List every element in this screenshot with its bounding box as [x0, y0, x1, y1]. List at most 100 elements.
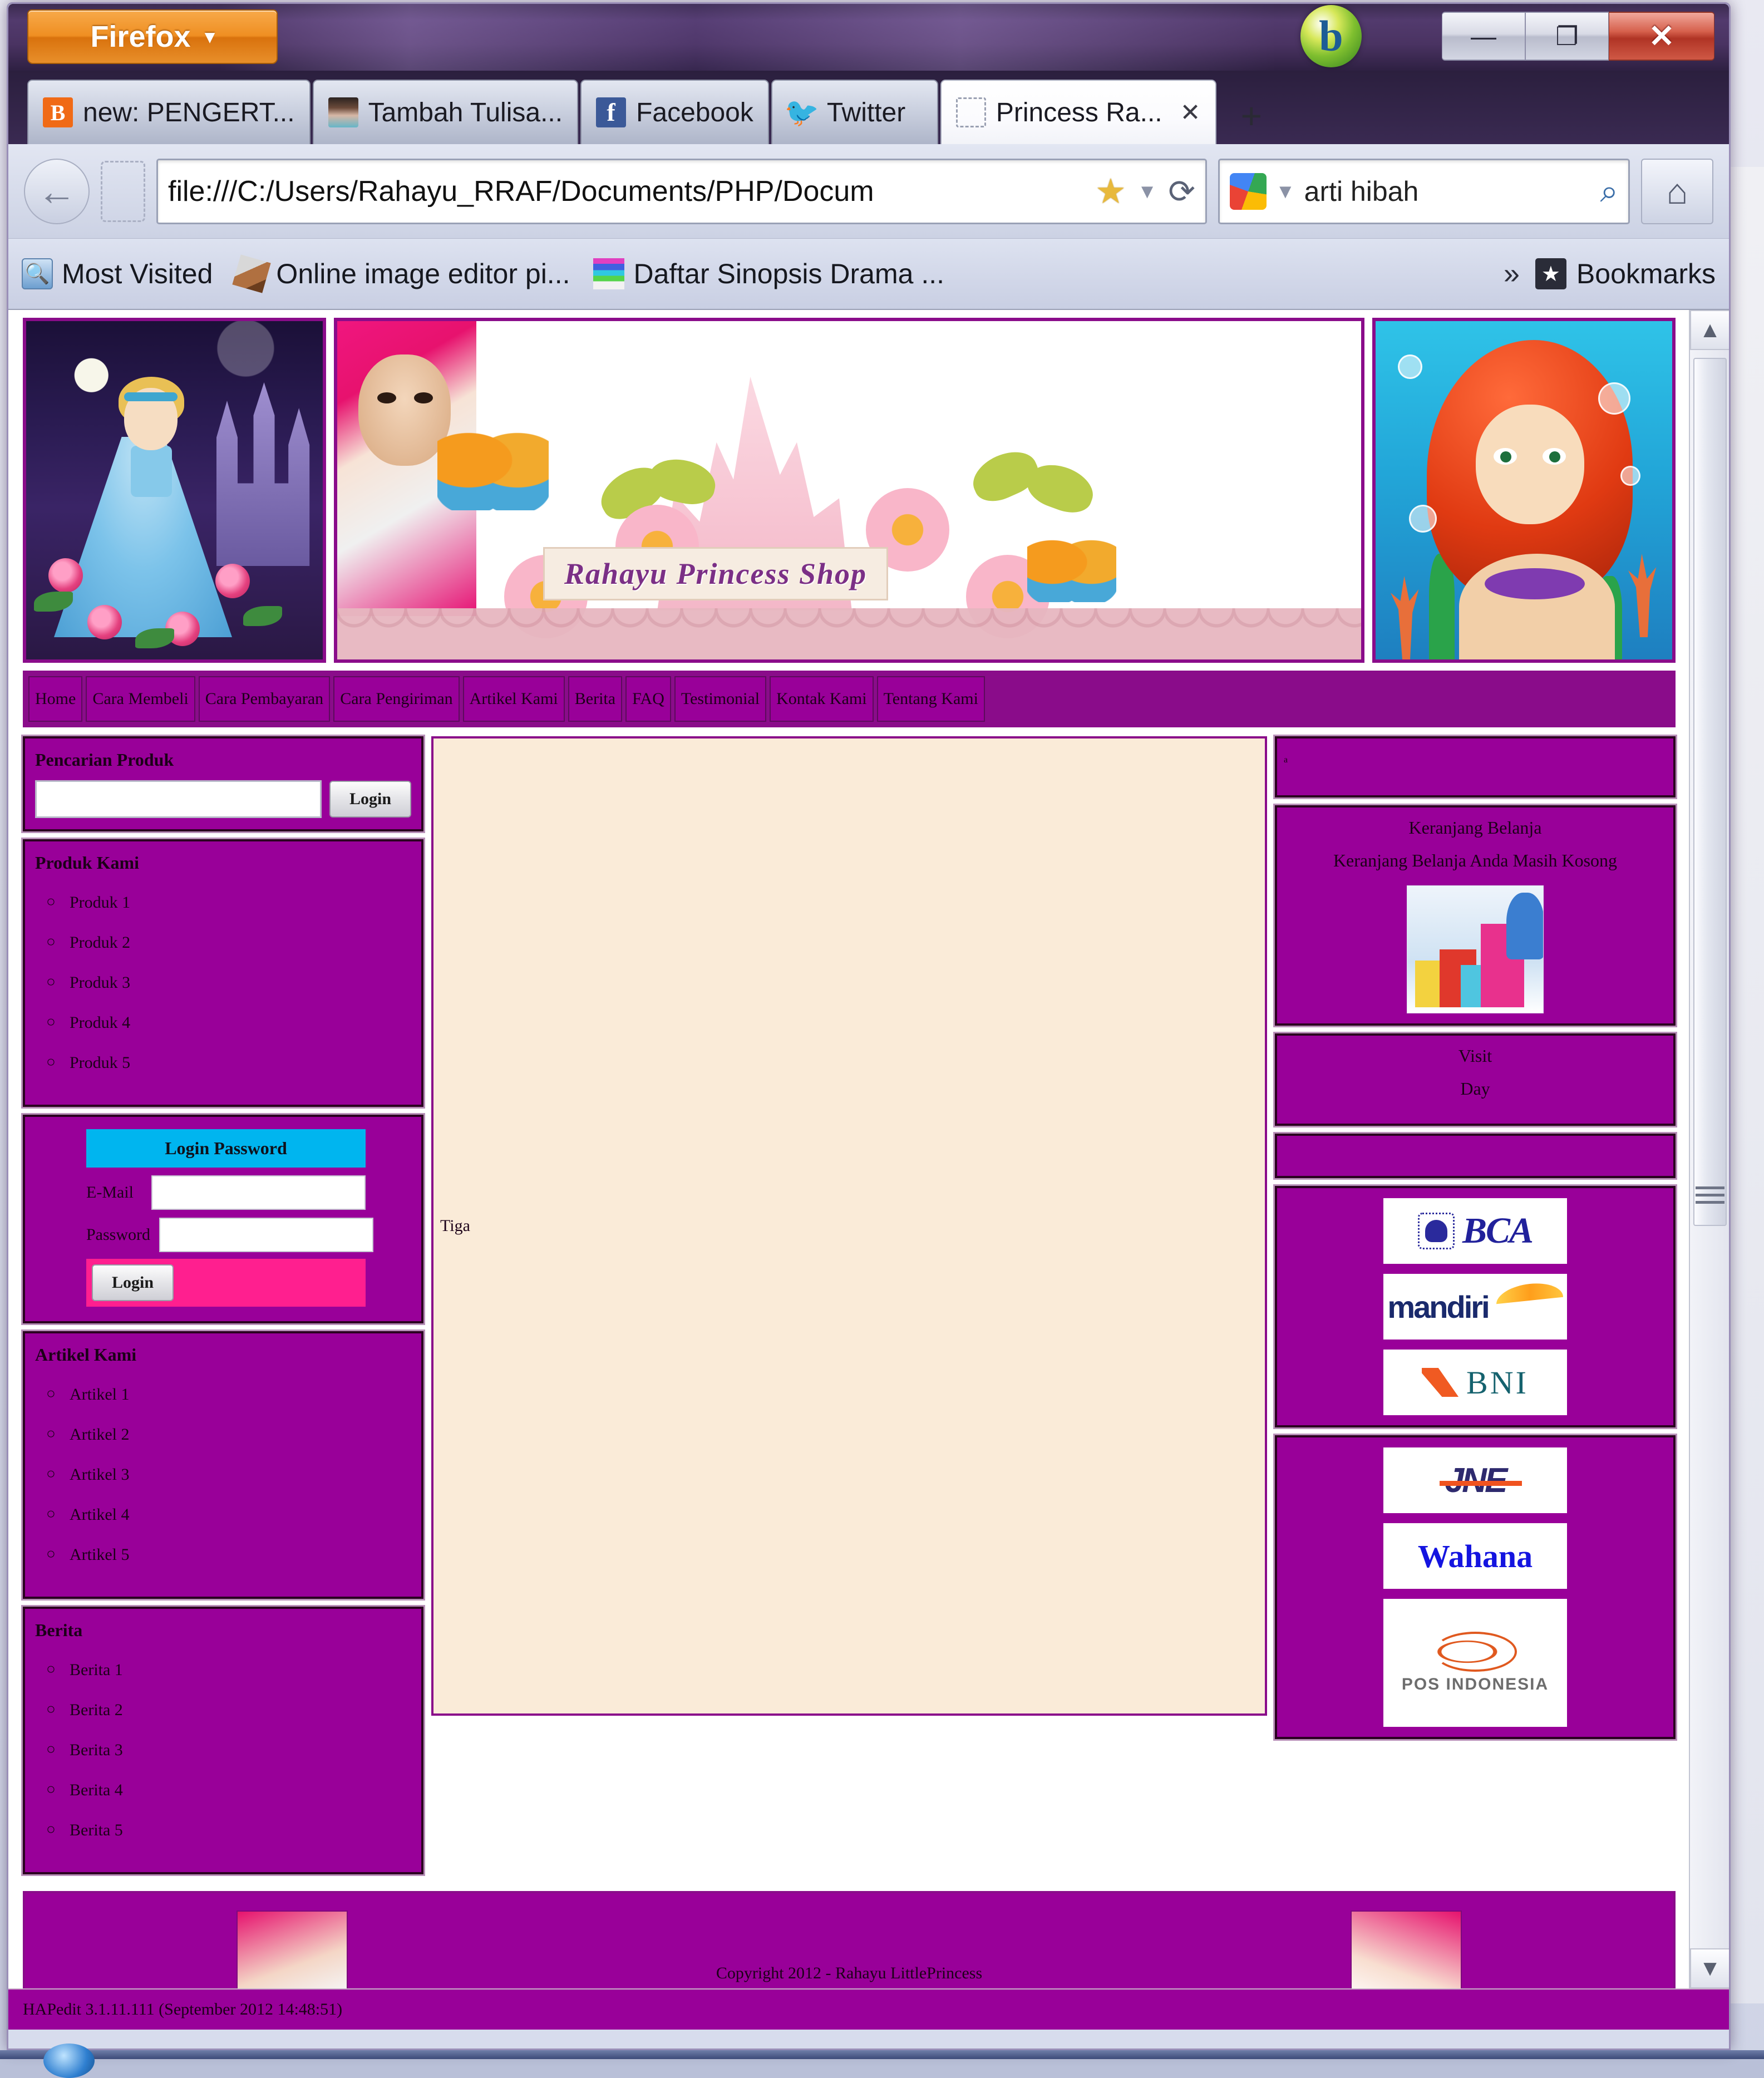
search-icon[interactable]: ⌕	[1600, 173, 1618, 210]
tab-facebook[interactable]: f Facebook	[580, 80, 769, 144]
rainbow-icon	[593, 258, 624, 289]
artikel-kami-heading: Artikel Kami	[35, 1345, 411, 1365]
browser-viewport: Rahayu Princess Shop	[8, 310, 1729, 2030]
visitor-counter-box: Visit Day	[1275, 1033, 1676, 1126]
cinderella-image	[23, 318, 326, 663]
menu-item-testimonial[interactable]: Testimonial	[674, 676, 766, 722]
search-bar[interactable]: ▼ arti hibah ⌕	[1218, 159, 1630, 224]
produk-list: Produk 1 Produk 2 Produk 3 Produk 4 Prod…	[70, 893, 411, 1072]
home-button[interactable]: ⌂	[1641, 159, 1713, 224]
list-item[interactable]: Produk 2	[70, 933, 411, 952]
overflow-chevron-icon[interactable]: »	[1504, 257, 1520, 290]
photo-icon	[328, 97, 358, 127]
list-item[interactable]: Berita 2	[70, 1701, 411, 1720]
scrollbar-thumb[interactable]	[1693, 358, 1727, 1226]
list-item[interactable]: Berita 1	[70, 1661, 411, 1680]
product-search-login-button[interactable]: Login	[329, 781, 411, 818]
back-button[interactable]: ←	[24, 159, 90, 224]
mandiri-label: mandiri	[1387, 1289, 1488, 1325]
google-icon[interactable]	[1230, 173, 1267, 210]
maximize-button[interactable]: ❐	[1525, 12, 1609, 61]
tab-princess-rahayu[interactable]: Princess Ra... ✕	[940, 80, 1216, 144]
bookmarks-menu-label[interactable]: Bookmarks	[1576, 258, 1716, 290]
menu-item-home[interactable]: Home	[28, 676, 82, 722]
bookmark-daftar-sinopsis[interactable]: Daftar Sinopsis Drama ...	[593, 258, 944, 290]
list-item[interactable]: Artikel 3	[70, 1465, 411, 1484]
bca-label: BCA	[1462, 1210, 1533, 1252]
minimize-button[interactable]: —	[1442, 12, 1525, 61]
reload-icon[interactable]: ⟳	[1168, 173, 1195, 210]
twitter-icon: 🐦	[787, 97, 817, 127]
butterfly-icon	[437, 427, 549, 510]
search-input[interactable]: arti hibah	[1304, 175, 1591, 208]
banner-row: Rahayu Princess Shop	[23, 318, 1676, 663]
menu-item-cara-pembayaran[interactable]: Cara Pembayaran	[199, 676, 330, 722]
password-field[interactable]	[159, 1218, 373, 1252]
bubble-icon	[1409, 505, 1437, 533]
footer-photo-right	[1351, 1910, 1462, 1988]
tab-twitter[interactable]: 🐦 Twitter	[771, 80, 938, 144]
scroll-down-button[interactable]: ▼	[1690, 1948, 1729, 1988]
tab-tambah-tulisan[interactable]: Tambah Tulisa...	[313, 80, 579, 144]
cart-heading: Keranjang Belanja	[1284, 818, 1667, 838]
footer-photo-left	[236, 1910, 348, 1988]
menu-item-cara-membeli[interactable]: Cara Membeli	[86, 676, 195, 722]
list-item[interactable]: Artikel 1	[70, 1385, 411, 1404]
firefox-menu-button[interactable]: Firefox ▾	[27, 9, 278, 64]
scroll-up-button[interactable]: ▲	[1690, 310, 1729, 350]
list-item[interactable]: Artikel 2	[70, 1425, 411, 1444]
status-bar: HAPedit 3.1.11.111 (September 2012 14:48…	[8, 1988, 1729, 2030]
visitor-day-label: Day	[1284, 1079, 1667, 1099]
new-tab-button[interactable]: +	[1219, 97, 1285, 144]
bookmark-star-icon[interactable]: ★	[1095, 171, 1126, 211]
list-item[interactable]: Artikel 4	[70, 1505, 411, 1524]
chevron-down-icon[interactable]: ▼	[1275, 180, 1295, 203]
menu-item-kontak-kami[interactable]: Kontak Kami	[770, 676, 873, 722]
password-label: Password	[86, 1225, 150, 1244]
menu-item-artikel-kami[interactable]: Artikel Kami	[463, 676, 565, 722]
menu-item-faq[interactable]: FAQ	[625, 676, 671, 722]
vertical-scrollbar[interactable]: ▲ ▼	[1689, 310, 1729, 1988]
content-panel: Tiga	[431, 736, 1267, 1716]
chevron-down-icon[interactable]: ▼	[1137, 180, 1157, 203]
bookmark-most-visited[interactable]: 🔍 Most Visited	[22, 258, 213, 290]
rose-icon	[48, 558, 83, 593]
product-search-heading: Pencarian Produk	[35, 750, 411, 770]
login-button[interactable]: Login	[92, 1264, 174, 1301]
scrollbar-grip-icon[interactable]	[1696, 1178, 1724, 1212]
headband-shape	[124, 392, 178, 401]
list-item[interactable]: Berita 5	[70, 1821, 411, 1840]
list-item[interactable]: Artikel 5	[70, 1545, 411, 1564]
bubble-icon	[1620, 466, 1640, 486]
bookmark-label: Daftar Sinopsis Drama ...	[633, 258, 944, 290]
close-button[interactable]: ✕	[1609, 12, 1714, 61]
list-item[interactable]: Berita 4	[70, 1781, 411, 1800]
blank-page-icon	[956, 97, 986, 127]
bni-mark-icon	[1422, 1368, 1458, 1397]
shop-title: Rahayu Princess Shop	[543, 547, 888, 600]
product-search-input[interactable]	[35, 780, 322, 818]
email-field[interactable]	[151, 1175, 366, 1210]
menu-item-berita[interactable]: Berita	[568, 676, 622, 722]
tab-label: new: PENGERT...	[83, 97, 295, 128]
list-item[interactable]: Produk 3	[70, 973, 411, 992]
lace-border	[337, 608, 1361, 659]
address-bar[interactable]: file:///C:/Users/Rahayu_RRAF/Documents/P…	[156, 159, 1207, 224]
list-item[interactable]: Produk 4	[70, 1013, 411, 1032]
bing-orb-icon[interactable]: b	[1300, 5, 1362, 67]
shop-header-banner: Rahayu Princess Shop	[334, 318, 1364, 663]
spacer-box	[1275, 1134, 1676, 1178]
menu-item-cara-pengiriman[interactable]: Cara Pengiriman	[333, 676, 459, 722]
list-item[interactable]: Produk 5	[70, 1053, 411, 1072]
start-orb-icon[interactable]	[43, 2043, 95, 2078]
menu-item-tentang-kami[interactable]: Tentang Kami	[877, 676, 985, 722]
pos-indonesia-logo: POS INDONESIA	[1383, 1599, 1567, 1727]
list-item[interactable]: Produk 1	[70, 893, 411, 912]
forward-button[interactable]	[101, 161, 145, 222]
close-icon[interactable]: ✕	[1180, 99, 1201, 127]
tab-blogger[interactable]: B new: PENGERT...	[27, 80, 311, 144]
bookmark-online-image-editor[interactable]: Online image editor pi...	[236, 258, 570, 290]
coral-icon	[1387, 576, 1426, 659]
artikel-kami-box: Artikel Kami Artikel 1 Artikel 2 Artikel…	[23, 1331, 423, 1599]
list-item[interactable]: Berita 3	[70, 1741, 411, 1760]
